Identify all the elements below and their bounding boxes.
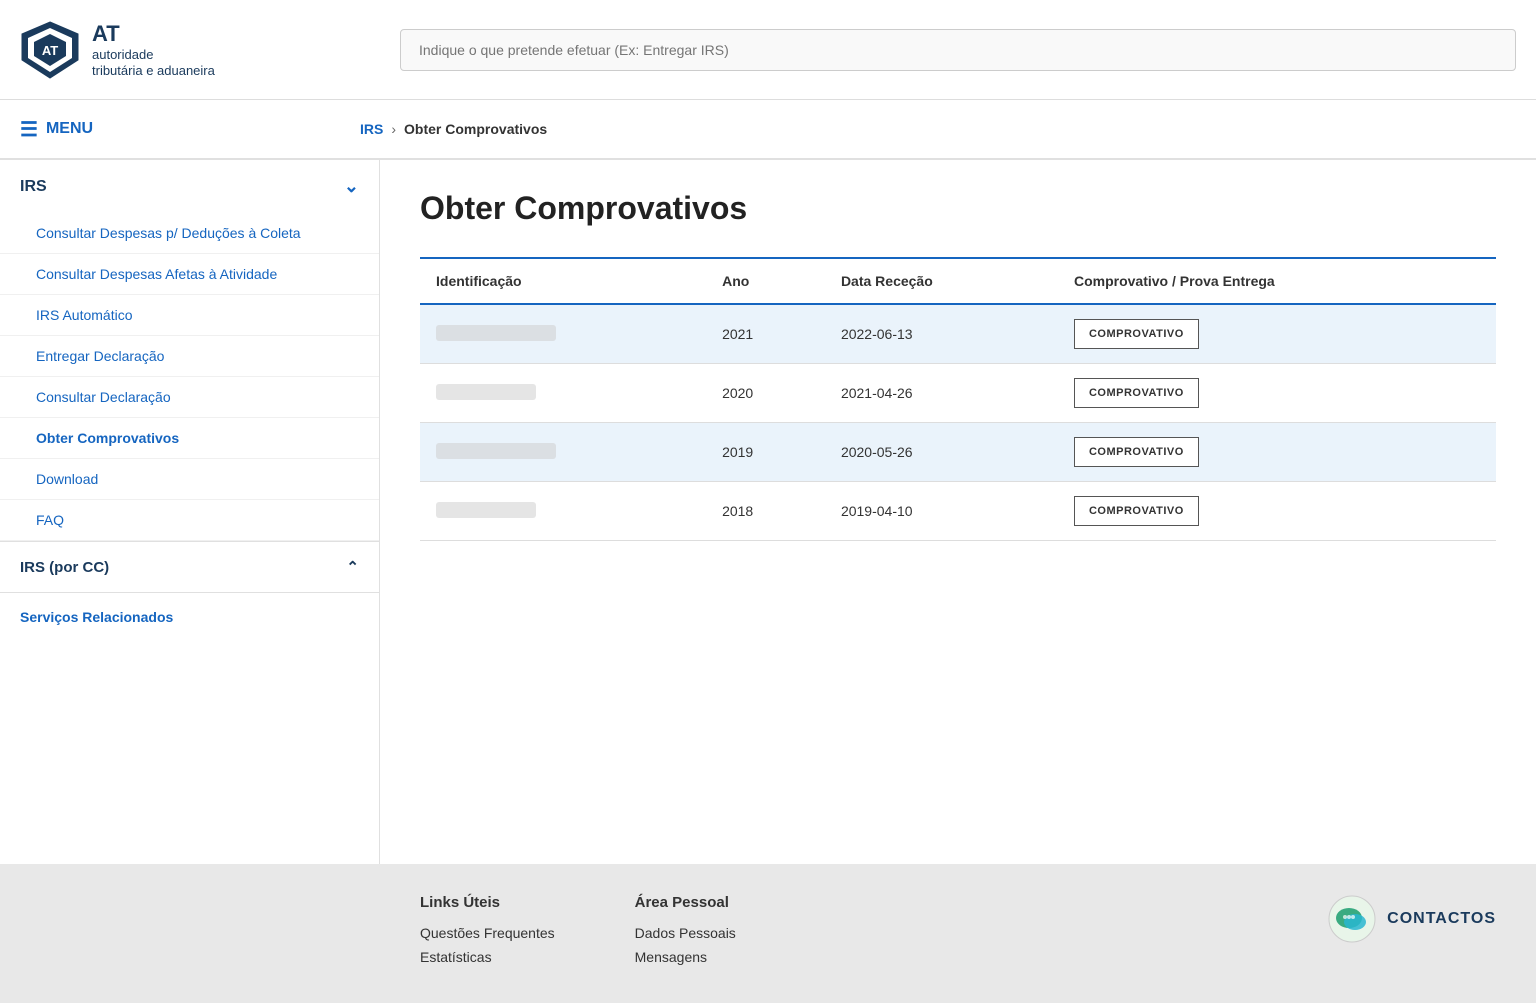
- sidebar-irs-section: IRS ⌄ Consultar Despesas p/ Deduções à C…: [0, 160, 379, 542]
- content-area: Obter Comprovativos Identificação Ano Da…: [380, 160, 1536, 864]
- table-cell-comprovativo: COMPROVATIVO: [1058, 364, 1496, 423]
- table-cell-id: [420, 364, 706, 423]
- logo-sub2: tributária e aduaneira: [92, 63, 215, 79]
- search-input[interactable]: [400, 29, 1516, 71]
- breadcrumb-irs-link[interactable]: IRS: [360, 121, 383, 137]
- contactos-badge[interactable]: CONTACTOS: [1327, 894, 1496, 944]
- breadcrumb-current: Obter Comprovativos: [404, 121, 547, 137]
- table-cell-ano: 2018: [706, 482, 825, 541]
- table-cell-ano: 2021: [706, 304, 825, 364]
- comprovativo-button[interactable]: COMPROVATIVO: [1074, 437, 1199, 467]
- comprovativo-button[interactable]: COMPROVATIVO: [1074, 319, 1199, 349]
- col-comprovativo: Comprovativo / Prova Entrega: [1058, 258, 1496, 304]
- sidebar-item-irs-automatico[interactable]: IRS Automático: [0, 295, 379, 336]
- comprovativo-button[interactable]: COMPROVATIVO: [1074, 496, 1199, 526]
- svg-text:AT: AT: [42, 43, 58, 58]
- col-data-rececao: Data Receção: [825, 258, 1058, 304]
- sidebar-irs-por-cc-label: IRS (por CC): [20, 559, 109, 576]
- sidebar-item-servicos-relacionados[interactable]: Serviços Relacionados: [0, 593, 379, 641]
- sidebar: IRS ⌄ Consultar Despesas p/ Deduções à C…: [0, 160, 380, 864]
- table-row: 20212022-06-13 COMPROVATIVO: [420, 304, 1496, 364]
- footer-link-estatisticas[interactable]: Estatísticas: [420, 949, 555, 965]
- chevron-down-icon: ⌄: [344, 176, 359, 197]
- contactos-icon: [1327, 894, 1377, 944]
- sidebar-item-consultar-declaracao[interactable]: Consultar Declaração: [0, 377, 379, 418]
- header: AT AT autoridade tributária e aduaneira: [0, 0, 1536, 100]
- table-cell-id: [420, 423, 706, 482]
- footer: Links Úteis Questões Frequentes Estatíst…: [0, 864, 1536, 1003]
- logo-at: AT: [92, 21, 215, 47]
- table-cell-comprovativo: COMPROVATIVO: [1058, 423, 1496, 482]
- table-cell-comprovativo: COMPROVATIVO: [1058, 482, 1496, 541]
- sidebar-irs-label: IRS: [20, 178, 47, 196]
- sidebar-item-download[interactable]: Download: [0, 459, 379, 500]
- table-cell-ano: 2019: [706, 423, 825, 482]
- footer-link-mensagens[interactable]: Mensagens: [635, 949, 736, 965]
- table-cell-ano: 2020: [706, 364, 825, 423]
- footer-links-uteis-title: Links Úteis: [420, 894, 555, 911]
- table-cell-data: 2019-04-10: [825, 482, 1058, 541]
- table-cell-id: [420, 304, 706, 364]
- breadcrumb-separator: ›: [391, 121, 396, 137]
- logo-sub1: autoridade: [92, 47, 215, 63]
- sidebar-irs-por-cc-header[interactable]: IRS (por CC) ⌃: [0, 542, 379, 593]
- main-layout: IRS ⌄ Consultar Despesas p/ Deduções à C…: [0, 160, 1536, 864]
- chevron-up-icon: ⌃: [346, 558, 359, 576]
- menu-label: MENU: [46, 120, 93, 138]
- at-logo-icon: AT: [20, 20, 80, 80]
- table-cell-data: 2021-04-26: [825, 364, 1058, 423]
- table-row: 20182019-04-10 COMPROVATIVO: [420, 482, 1496, 541]
- sidebar-item-consultar-despesas-deducoes[interactable]: Consultar Despesas p/ Deduções à Coleta: [0, 213, 379, 254]
- table-cell-data: 2022-06-13: [825, 304, 1058, 364]
- menu-toggle[interactable]: ☰ MENU: [20, 117, 360, 142]
- table-cell-data: 2020-05-26: [825, 423, 1058, 482]
- nav-bar: ☰ MENU IRS › Obter Comprovativos: [0, 100, 1536, 160]
- logo-text: AT autoridade tributária e aduaneira: [92, 21, 215, 79]
- footer-area-pessoal-title: Área Pessoal: [635, 894, 736, 911]
- footer-links-uteis: Links Úteis Questões Frequentes Estatíst…: [420, 894, 555, 973]
- hamburger-icon: ☰: [20, 117, 38, 142]
- table-cell-id: [420, 482, 706, 541]
- comprovativos-table: Identificação Ano Data Receção Comprovat…: [420, 257, 1496, 541]
- sidebar-item-entregar-declaracao[interactable]: Entregar Declaração: [0, 336, 379, 377]
- table-row: 20202021-04-26 COMPROVATIVO: [420, 364, 1496, 423]
- table-row: 20192020-05-26 COMPROVATIVO: [420, 423, 1496, 482]
- page-title: Obter Comprovativos: [420, 190, 1496, 227]
- logo-area: AT AT autoridade tributária e aduaneira: [20, 20, 400, 80]
- footer-area-pessoal: Área Pessoal Dados Pessoais Mensagens: [635, 894, 736, 973]
- sidebar-item-obter-comprovativos[interactable]: Obter Comprovativos: [0, 418, 379, 459]
- breadcrumb: IRS › Obter Comprovativos: [360, 121, 547, 137]
- footer-link-dados-pessoais[interactable]: Dados Pessoais: [635, 925, 736, 941]
- footer-contactos: CONTACTOS: [1327, 894, 1496, 973]
- sidebar-item-faq[interactable]: FAQ: [0, 500, 379, 541]
- sidebar-irs-header[interactable]: IRS ⌄: [0, 160, 379, 213]
- footer-link-questoes[interactable]: Questões Frequentes: [420, 925, 555, 941]
- contactos-label: CONTACTOS: [1387, 910, 1496, 928]
- table-cell-comprovativo: COMPROVATIVO: [1058, 304, 1496, 364]
- comprovativo-button[interactable]: COMPROVATIVO: [1074, 378, 1199, 408]
- table-header-row: Identificação Ano Data Receção Comprovat…: [420, 258, 1496, 304]
- col-ano: Ano: [706, 258, 825, 304]
- sidebar-item-consultar-despesas-atividade[interactable]: Consultar Despesas Afetas à Atividade: [0, 254, 379, 295]
- col-identificacao: Identificação: [420, 258, 706, 304]
